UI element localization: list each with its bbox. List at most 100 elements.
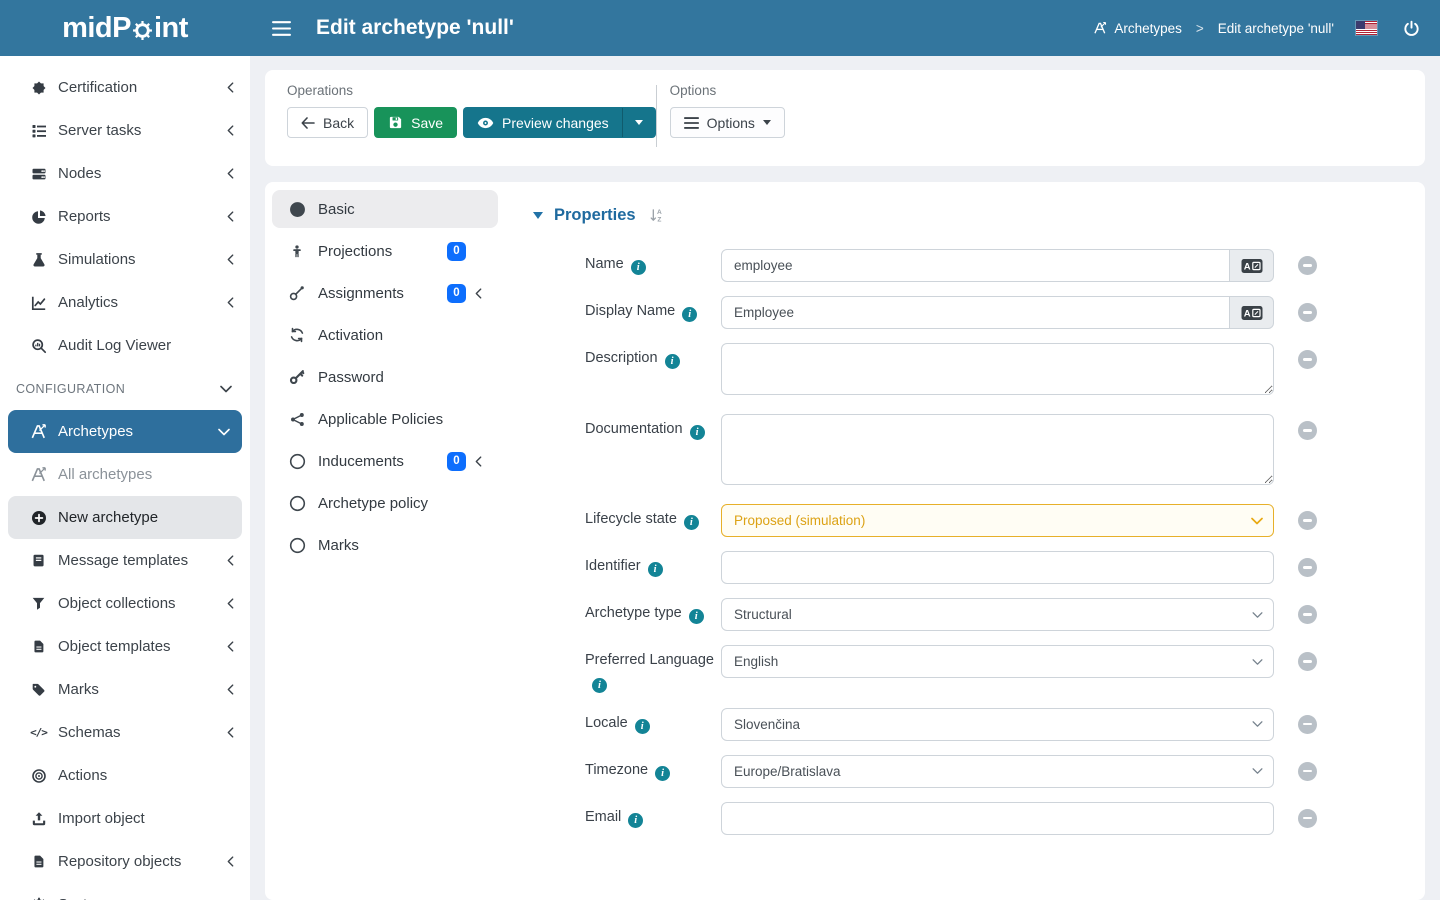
sidebar-item-analytics[interactable]: Analytics — [0, 281, 250, 324]
remove-value-button[interactable] — [1298, 558, 1317, 577]
sort-alpha-icon[interactable]: AZ — [649, 208, 664, 223]
options-button[interactable]: Options — [670, 107, 785, 138]
sidebar-item-label: System — [58, 896, 108, 900]
tag-icon — [29, 682, 48, 697]
sidebar-item-repository-objects[interactable]: Repository objects — [0, 840, 250, 883]
display-name-input[interactable] — [721, 296, 1230, 329]
field-label: Descriptioni — [585, 343, 721, 370]
sidebar-item-audit-log-viewer[interactable]: Audit Log Viewer — [0, 324, 250, 367]
remove-value-button[interactable] — [1298, 762, 1317, 781]
translate-icon[interactable]: A — [1230, 296, 1274, 329]
identifier-input[interactable] — [721, 551, 1274, 584]
tab-applicable-policies[interactable]: Applicable Policies — [272, 400, 498, 438]
info-icon[interactable]: i — [655, 766, 670, 781]
field-row-description: Descriptioni — [585, 343, 1425, 400]
remove-value-button[interactable] — [1298, 715, 1317, 734]
sidebar-item-server-tasks[interactable]: Server tasks — [0, 109, 250, 152]
tab-activation[interactable]: Activation — [272, 316, 498, 354]
description-textarea[interactable] — [721, 343, 1274, 395]
sidebar-item-archetypes[interactable]: Archetypes — [8, 410, 242, 453]
translate-icon[interactable]: A — [1230, 249, 1274, 282]
remove-value-button[interactable] — [1298, 256, 1317, 275]
info-icon[interactable]: i — [690, 425, 705, 440]
remove-value-button[interactable] — [1298, 511, 1317, 530]
info-icon[interactable]: i — [628, 813, 643, 828]
lifecycle-state-select[interactable]: Proposed (simulation) — [721, 504, 1274, 537]
preview-dropdown-toggle[interactable] — [622, 108, 655, 137]
tasks-icon — [29, 123, 48, 139]
preview-changes-button[interactable]: Preview changes — [463, 107, 656, 138]
field-row-lifecycle-state: Lifecycle statei Proposed (simulation) — [585, 504, 1425, 537]
remove-value-button[interactable] — [1298, 303, 1317, 322]
remove-value-button[interactable] — [1298, 652, 1317, 671]
us-flag-icon[interactable] — [1356, 21, 1377, 35]
tab-archetype-policy[interactable]: Archetype policy — [272, 484, 498, 522]
field-label: Preferred Languagei — [585, 645, 721, 694]
chevron-left-icon — [227, 125, 234, 136]
sidebar-item-object-collections[interactable]: Object collections — [0, 582, 250, 625]
remove-value-button[interactable] — [1298, 421, 1317, 440]
file-icon — [29, 639, 48, 654]
key-icon — [288, 369, 306, 385]
collapse-caret-icon[interactable] — [533, 212, 543, 219]
chevron-left-icon — [227, 211, 234, 222]
sidebar-item-object-templates[interactable]: Object templates — [0, 625, 250, 668]
sidebar-item-marks[interactable]: Marks — [0, 668, 250, 711]
tab-inducements[interactable]: Inducements 0 — [272, 442, 498, 480]
info-icon[interactable]: i — [684, 515, 699, 530]
sidebar-item-all-archetypes[interactable]: All archetypes — [0, 453, 250, 496]
remove-value-button[interactable] — [1298, 809, 1317, 828]
preferred-language-select[interactable]: English — [721, 645, 1274, 678]
info-icon[interactable]: i — [665, 354, 680, 369]
operations-group: Operations Back Save Preview changes — [287, 83, 656, 153]
timezone-select[interactable]: Europe/Bratislava — [721, 755, 1274, 788]
documentation-textarea[interactable] — [721, 414, 1274, 485]
tab-assignments[interactable]: Assignments 0 — [272, 274, 498, 312]
field-row-timezone: Timezonei Europe/Bratislava — [585, 755, 1425, 788]
sidebar-item-import-object[interactable]: Import object — [0, 797, 250, 840]
save-button[interactable]: Save — [374, 107, 457, 138]
sidebar-item-reports[interactable]: Reports — [0, 195, 250, 238]
remove-value-button[interactable] — [1298, 350, 1317, 369]
chevron-left-icon[interactable] — [475, 288, 485, 299]
circle-outline-icon — [288, 453, 306, 470]
sidebar-item-certification[interactable]: Certification — [0, 66, 250, 109]
hamburger-icon[interactable] — [272, 21, 291, 36]
sidebar-item-new-archetype[interactable]: New archetype — [8, 496, 242, 539]
search-chart-icon — [29, 338, 48, 354]
info-icon[interactable]: i — [631, 260, 646, 275]
remove-value-button[interactable] — [1298, 605, 1317, 624]
sidebar-item-message-templates[interactable]: Message templates — [0, 539, 250, 582]
midpoint-logo[interactable]: midPoint midPint — [0, 12, 250, 45]
chevron-left-icon[interactable] — [475, 456, 485, 467]
tab-marks[interactable]: Marks — [272, 526, 498, 564]
info-icon[interactable]: i — [648, 562, 663, 577]
back-button[interactable]: Back — [287, 107, 368, 138]
email-input[interactable] — [721, 802, 1274, 835]
sidebar-item-actions[interactable]: Actions — [0, 754, 250, 797]
brand-text-right: int — [154, 12, 188, 45]
sidebar-item-schemas[interactable]: </> Schemas — [0, 711, 250, 754]
sidebar-item-nodes[interactable]: Nodes — [0, 152, 250, 195]
tab-basic[interactable]: Basic — [272, 190, 498, 228]
sidebar-item-simulations[interactable]: Simulations — [0, 238, 250, 281]
name-input[interactable] — [721, 249, 1230, 282]
info-icon[interactable]: i — [682, 307, 697, 322]
locale-select[interactable]: Slovenčina — [721, 708, 1274, 741]
info-icon[interactable]: i — [689, 609, 704, 624]
breadcrumb-archetypes-link[interactable]: Archetypes — [1114, 21, 1182, 36]
tab-password[interactable]: Password — [272, 358, 498, 396]
archetype-type-select[interactable]: Structural — [721, 598, 1274, 631]
tab-label: Archetype policy — [318, 495, 428, 512]
sidebar-section-configuration[interactable]: CONFIGURATION — [0, 367, 250, 410]
field-label: Namei — [585, 249, 721, 276]
tab-projections[interactable]: Projections 0 — [272, 232, 498, 270]
sidebar-item-system[interactable]: System — [0, 883, 250, 900]
power-icon[interactable] — [1403, 20, 1420, 37]
options-label: Options — [670, 83, 785, 98]
chevron-down-icon — [218, 428, 230, 436]
info-icon[interactable]: i — [635, 719, 650, 734]
info-icon[interactable]: i — [592, 678, 607, 693]
tab-label: Projections — [318, 243, 392, 260]
tab-label: Inducements — [318, 453, 404, 470]
